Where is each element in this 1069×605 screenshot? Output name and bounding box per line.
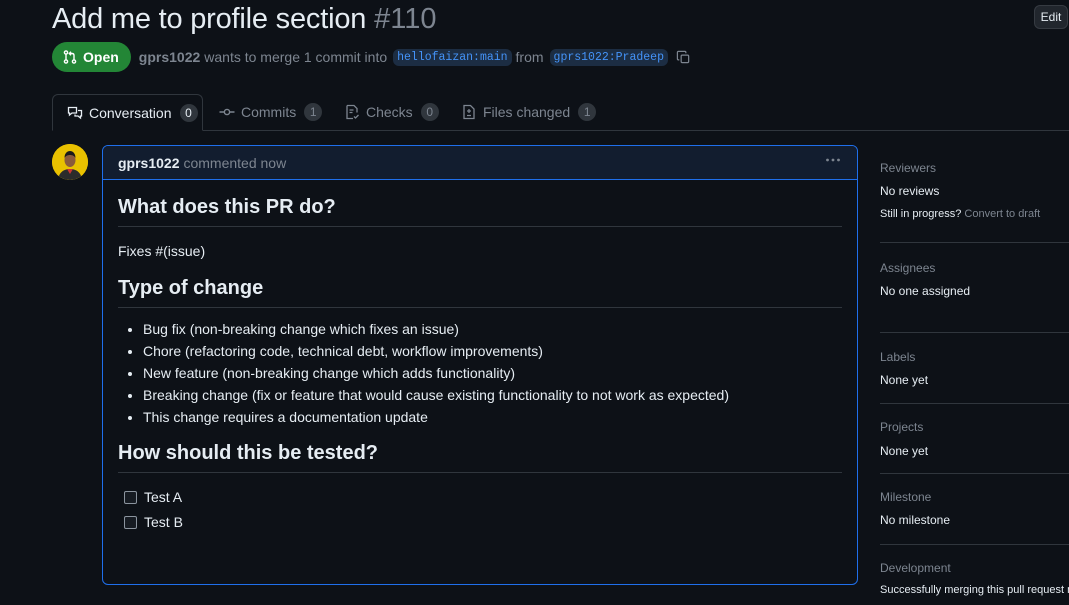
git-commit-icon [219,104,235,120]
pr-meta: Open gprs1022 wants to merge 1 commit in… [52,42,691,72]
from-text: from [515,49,544,65]
pr-title-row: Add me to profile section #110 [52,0,437,38]
tab-files-changed[interactable]: Files changed 1 [447,94,610,130]
pr-title: Add me to profile section [52,2,367,35]
tab-counter: 0 [420,103,439,121]
pr-state-badge: Open [52,42,131,72]
pr-author-link[interactable]: gprs1022 [139,49,200,65]
comment-header: gprs1022 commented now [103,146,857,180]
sidebar-reviewers: Reviewers No reviews Still in progress? … [880,150,1069,243]
comment-author-link[interactable]: gprs1022 [118,155,179,171]
tab-label: Commits [241,104,297,120]
list-item: Bug fix (non-breaking change which fixes… [143,322,842,336]
list-item: New feature (non-breaking change which a… [143,366,842,380]
sidebar-assignees: Assignees No one assigned [880,243,1069,333]
pr-number: #110 [374,2,437,35]
comment-body: What does this PR do? Fixes #(issue) Typ… [103,180,857,530]
sidebar-value: Successfully merging this pull request m [880,584,1069,596]
tab-counter: 0 [179,103,198,122]
tab-counter: 1 [578,103,597,121]
comment-timestamp[interactable]: commented now [183,155,286,171]
sidebar-value: None yet [880,444,929,458]
sidebar-title[interactable]: Labels [880,350,915,364]
sidebar-title[interactable]: Reviewers [880,161,936,175]
pr-state-label: Open [83,49,119,65]
task-label: Test B [144,514,183,530]
section-heading: What does this PR do? [118,196,842,227]
sidebar-milestone: Milestone No milestone [880,474,1069,545]
section-heading: How should this be tested? [118,442,842,473]
tab-counter: 1 [304,103,323,121]
sidebar-labels: Labels None yet [880,333,1069,404]
pr-sidebar: Reviewers No reviews Still in progress? … [880,150,1069,605]
sidebar-title[interactable]: Development [880,561,951,575]
draft-prompt: Still in progress? Convert to draft [880,208,1040,220]
kebab-menu-icon[interactable] [825,152,841,173]
test-task-list: Test A Test B [118,489,842,530]
convert-to-draft-link[interactable]: Convert to draft [964,208,1040,220]
sidebar-value: No milestone [880,513,951,527]
comment-discussion-icon [67,105,83,121]
avatar[interactable] [52,144,88,180]
edit-title-button[interactable]: Edit [1034,5,1068,29]
tab-checks[interactable]: Checks 0 [330,94,453,130]
tab-label: Files changed [483,104,571,120]
list-item: Chore (refactoring code, technical debt,… [143,344,842,358]
pr-tabs: Conversation 0 Commits 1 Checks 0 Files … [52,94,1069,131]
task-checkbox[interactable] [124,515,137,529]
task-label: Test A [144,489,183,505]
change-type-list: Bug fix (non-breaking change which fixes… [118,322,842,424]
pr-description-comment: gprs1022 commented now What does this PR… [102,145,858,585]
merge-text: wants to merge 1 commit into [204,49,388,65]
git-pull-request-icon [62,49,78,65]
sidebar-title[interactable]: Projects [880,420,923,434]
sidebar-development: Development Successfully merging this pu… [880,545,1069,605]
tab-label: Conversation [89,104,172,121]
tab-conversation[interactable]: Conversation 0 [52,94,203,131]
checklist-icon [344,104,360,120]
base-branch[interactable]: hellofaizan:main [393,48,512,66]
sidebar-value: No one assigned [880,284,971,298]
sidebar-title[interactable]: Milestone [880,490,931,504]
task-item: Test B [118,514,842,530]
list-item: This change requires a documentation upd… [143,410,842,424]
head-branch[interactable]: gprs1022:Pradeep [549,48,668,66]
file-diff-icon [461,104,477,120]
in-progress-text: Still in progress? [880,208,962,220]
issue-reference: Fixes #(issue) [118,243,206,259]
sidebar-value: None yet [880,373,929,387]
copy-icon[interactable] [676,50,691,65]
sidebar-title[interactable]: Assignees [880,261,935,275]
tab-label: Checks [366,104,413,120]
section-heading: Type of change [118,277,842,308]
tab-commits[interactable]: Commits 1 [205,94,336,130]
sidebar-projects: Projects None yet [880,404,1069,474]
sidebar-value: No reviews [880,184,940,198]
task-checkbox[interactable] [124,490,137,504]
task-item: Test A [118,489,842,505]
list-item: Breaking change (fix or feature that wou… [143,388,842,402]
